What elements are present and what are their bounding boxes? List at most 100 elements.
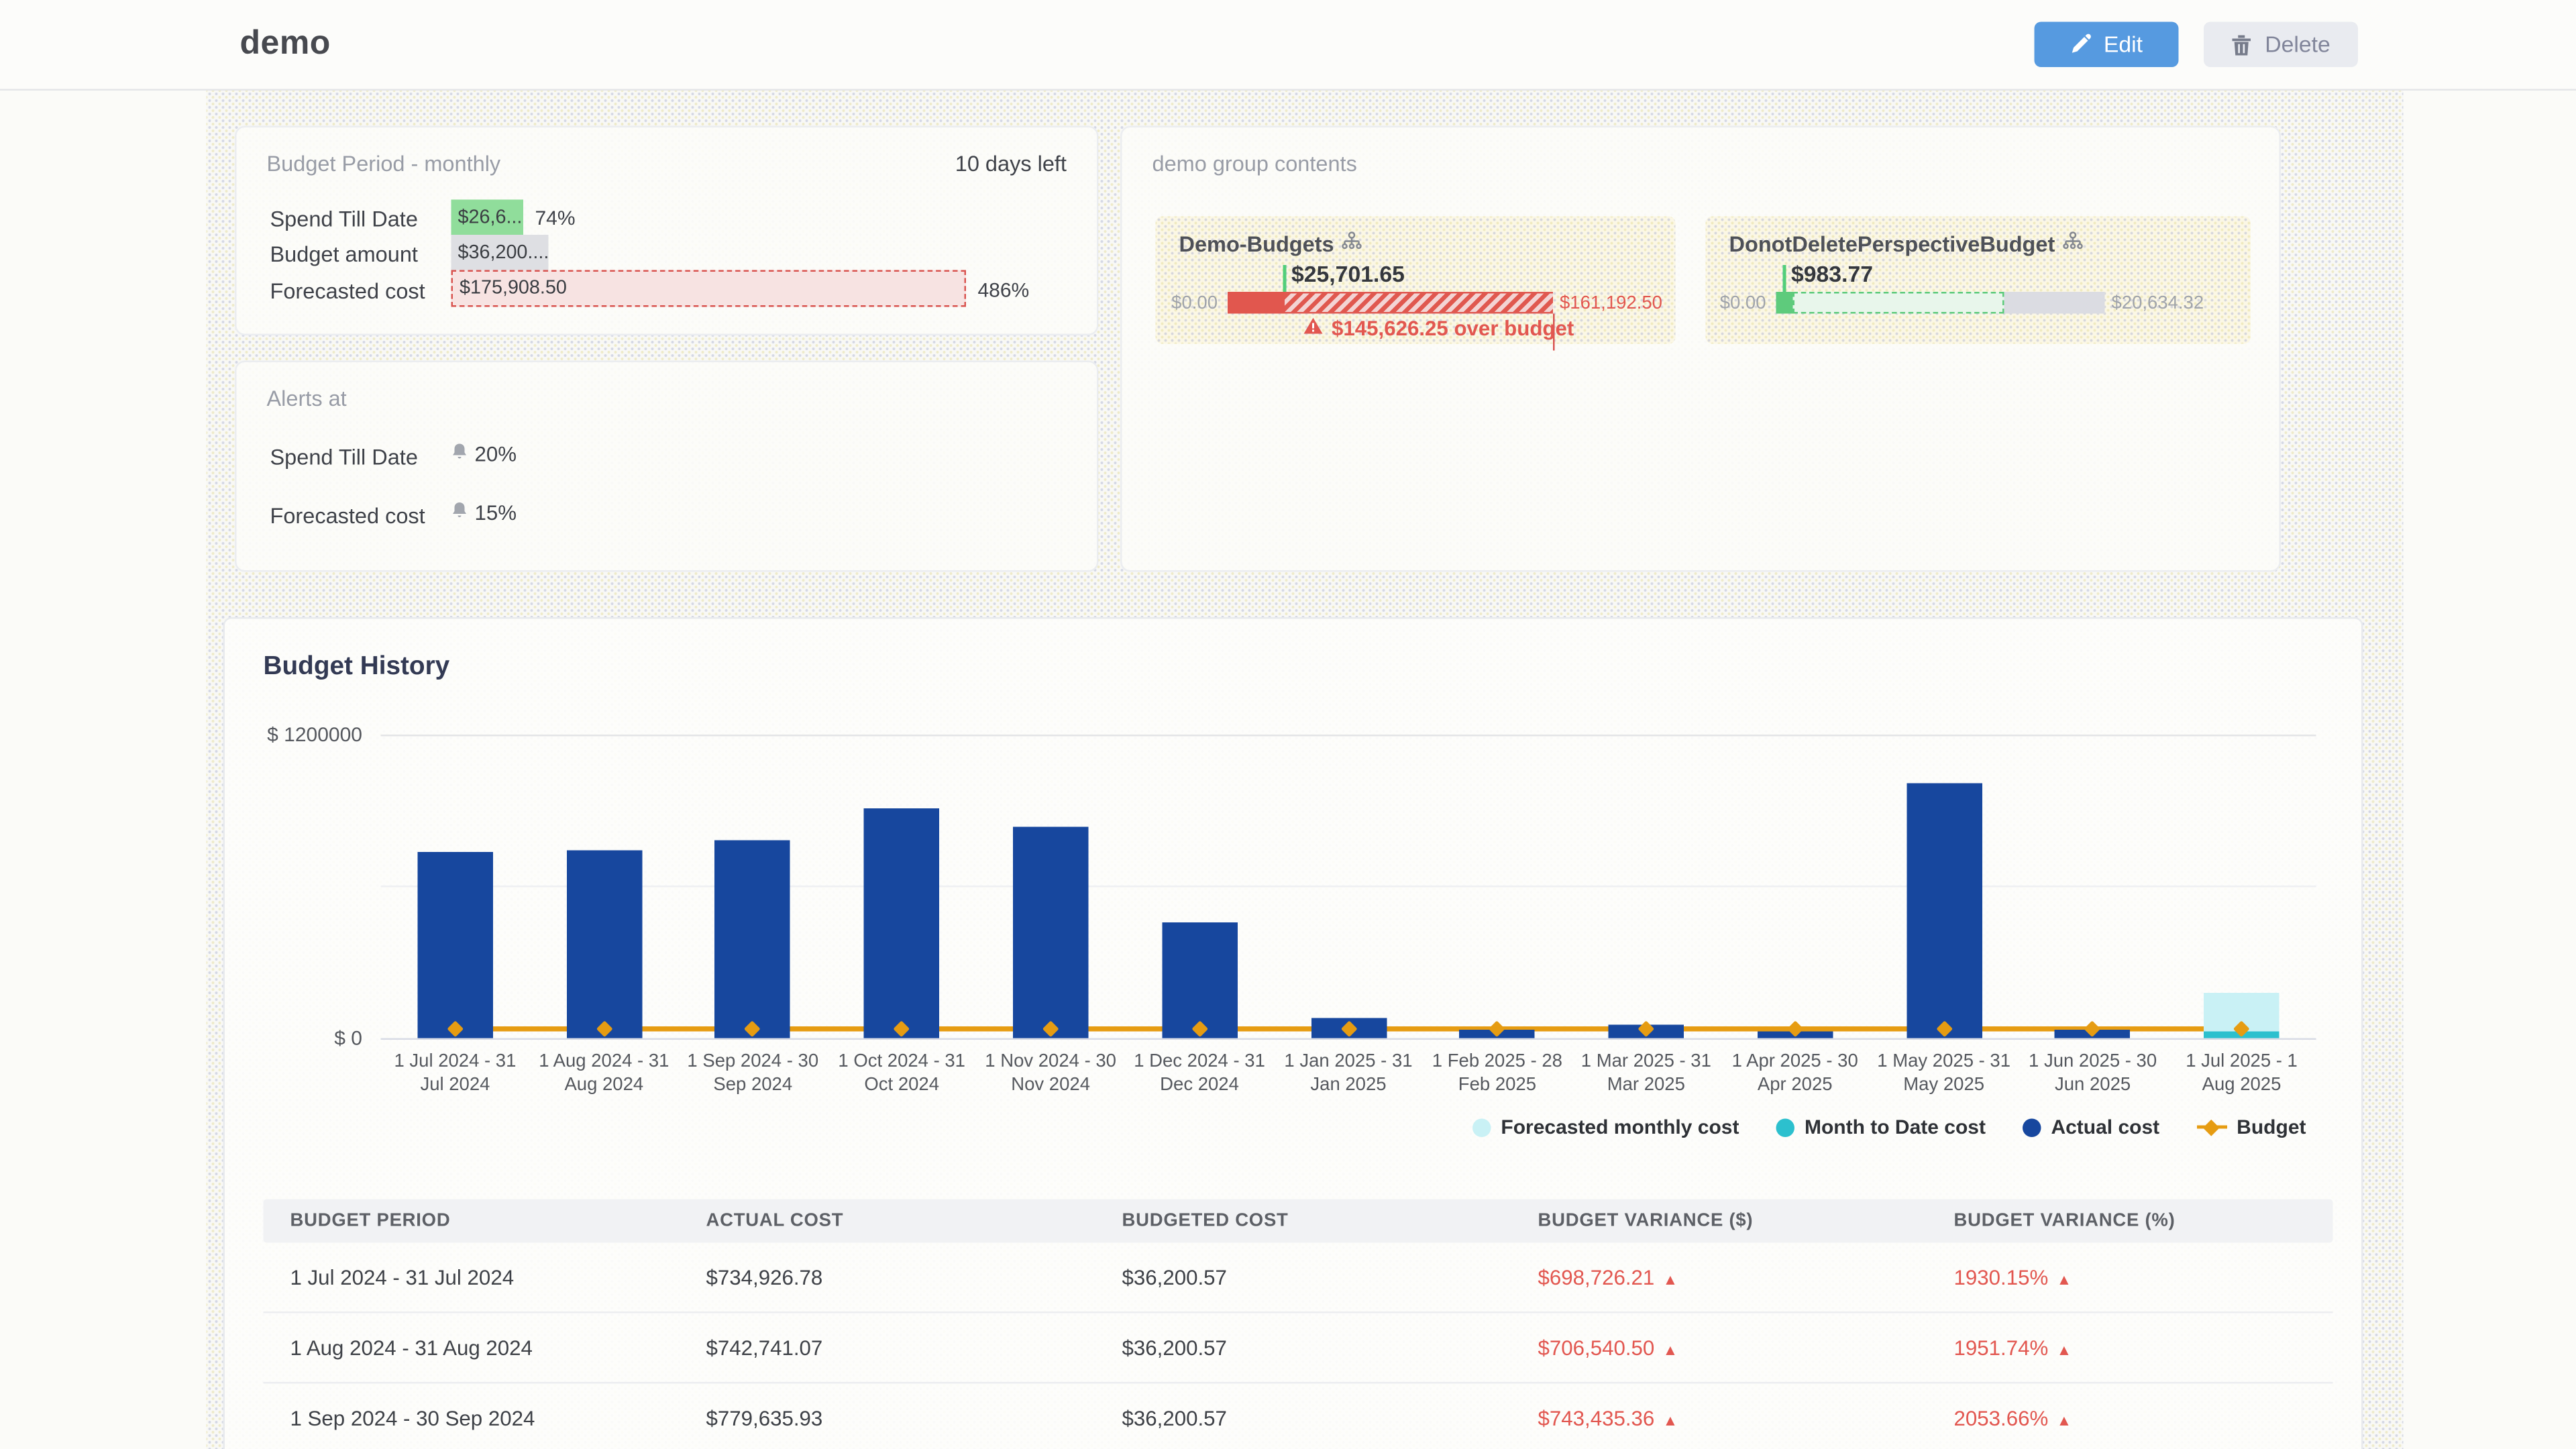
forecast-dot-icon xyxy=(1472,1118,1491,1136)
up-triangle-icon: ▲ xyxy=(2057,1341,2072,1358)
up-triangle-icon: ▲ xyxy=(2057,1411,2072,1428)
forecasted-cost-bar: $175,908.50 xyxy=(451,270,967,307)
actual-dot-icon xyxy=(2023,1118,2041,1136)
hierarchy-icon xyxy=(1342,231,1362,257)
spend-till-date-label: Spend Till Date xyxy=(270,200,418,237)
spent-segment xyxy=(1228,292,1285,314)
variance-cell: 1930.15%▲ xyxy=(1927,1265,2333,1289)
alerts-card: Alerts at Spend Till Date 20% Forecasted… xyxy=(235,361,1099,572)
x-axis-label: 1 May 2025 - 31May 2025 xyxy=(1864,1052,2025,1097)
x-axis-label: 1 Nov 2024 - 30Nov 2024 xyxy=(970,1052,1131,1097)
table-header-cell: ACTUAL COST xyxy=(680,1211,1095,1231)
budget-name-link[interactable]: Demo-Budgets xyxy=(1179,231,1363,257)
up-triangle-icon: ▲ xyxy=(1663,1341,1678,1358)
spend-till-date-bar: $26,6... xyxy=(451,200,524,235)
overbudget-alert: $145,626.25 over budget xyxy=(1303,317,1574,341)
budget-amount-bar: $36,200.... xyxy=(451,235,549,270)
x-axis-label: 1 Dec 2024 - 31Dec 2024 xyxy=(1119,1052,1280,1097)
actual-cost-bar xyxy=(566,850,642,1038)
remaining-segment xyxy=(2004,292,2105,314)
table-cell: $779,635.93 xyxy=(680,1406,1095,1430)
delete-button-label: Delete xyxy=(2265,32,2330,58)
table-header-cell: BUDGET VARIANCE (%) xyxy=(1927,1211,2333,1231)
alert-spend-value: 20% xyxy=(475,443,517,466)
actual-cost-bar xyxy=(1013,827,1089,1038)
x-axis-label: 1 Aug 2024 - 31Aug 2024 xyxy=(523,1052,684,1097)
budget-tile-demo-budgets[interactable]: Demo-Budgets $25,701.65 $0.00 $161,192.5… xyxy=(1156,217,1676,344)
x-axis-label: 1 Jul 2024 - 31Jul 2024 xyxy=(374,1052,535,1097)
forecast-segment xyxy=(1793,292,2004,314)
legend-label: Budget xyxy=(2237,1116,2306,1139)
trash-icon xyxy=(2231,33,2253,56)
bar-max-label: $161,192.50 xyxy=(1560,292,1662,314)
actual-cost-bar xyxy=(417,852,493,1038)
budget-detail-page: demo Edit Delete Budget Period - monthly… xyxy=(0,0,2576,1449)
budget-progress-bar xyxy=(1228,292,1553,314)
table-cell: 1 Jul 2024 - 31 Jul 2024 xyxy=(264,1265,680,1289)
legend-item-actual[interactable]: Actual cost xyxy=(2023,1116,2159,1139)
legend-item-mtd[interactable]: Month to Date cost xyxy=(1776,1116,1986,1139)
legend-item-budget[interactable]: Budget xyxy=(2196,1116,2306,1139)
mtd-dot-icon xyxy=(1776,1118,1794,1136)
legend-label: Month to Date cost xyxy=(1805,1116,1986,1139)
bar-min-label: $0.00 xyxy=(1171,292,1218,314)
budget-history-table: BUDGET PERIODACTUAL COSTBUDGETED COSTBUD… xyxy=(264,1199,2333,1449)
group-contents-card: demo group contents Demo-Budgets $25,701… xyxy=(1120,126,2281,572)
alerts-card-title: Alerts at xyxy=(267,386,347,411)
budget-period-card: Budget Period - monthly 10 days left Spe… xyxy=(235,126,1099,336)
diamond-line-marker-icon xyxy=(2196,1118,2226,1136)
group-card-title: demo group contents xyxy=(1152,151,1357,176)
top-bar: demo Edit Delete xyxy=(0,0,2576,91)
table-cell: $36,200.57 xyxy=(1095,1336,1511,1359)
budget-spend-value: $983.77 xyxy=(1791,262,1873,287)
up-triangle-icon: ▲ xyxy=(1663,1411,1678,1428)
budget-tile-donotdelete[interactable]: DonotDeletePerspectiveBudget $983.77 $0.… xyxy=(1706,217,2251,344)
budget-spend-value: $25,701.65 xyxy=(1291,262,1405,287)
table-row: 1 Jul 2024 - 31 Jul 2024$734,926.78$36,2… xyxy=(264,1243,2333,1313)
x-axis-label: 1 Jan 2025 - 31Jan 2025 xyxy=(1268,1052,1429,1097)
alert-forecast-value-row: 15% xyxy=(451,502,517,525)
bar-min-label: $0.00 xyxy=(1720,292,1766,314)
bar-max-label: $20,634.32 xyxy=(2112,292,2204,314)
x-axis-label: 1 Apr 2025 - 30Apr 2025 xyxy=(1715,1052,1876,1097)
actual-cost-bar xyxy=(864,809,940,1038)
legend-item-forecasted[interactable]: Forecasted monthly cost xyxy=(1472,1116,1739,1139)
budget-period-card-title: Budget Period - monthly xyxy=(267,151,501,176)
variance-cell: $698,726.21▲ xyxy=(1511,1265,1927,1289)
table-cell: $742,741.07 xyxy=(680,1336,1095,1359)
table-header-cell: BUDGETED COST xyxy=(1095,1211,1511,1231)
budget-progress-bar xyxy=(1776,292,2105,314)
spend-percent: 74% xyxy=(535,207,576,230)
edit-button[interactable]: Edit xyxy=(2035,22,2179,68)
table-cell: $36,200.57 xyxy=(1095,1265,1511,1289)
chart-plot: 1 Jul 2024 - 31Jul 20241 Aug 2024 - 31Au… xyxy=(225,619,2365,1173)
chart-legend: Forecasted monthly cost Month to Date co… xyxy=(1472,1116,2306,1139)
alert-spend-label: Spend Till Date xyxy=(270,445,418,470)
edit-button-label: Edit xyxy=(2104,32,2143,58)
bell-icon xyxy=(451,502,468,525)
variance-cell: 2053.66%▲ xyxy=(1927,1406,2333,1430)
table-cell: 1 Aug 2024 - 31 Aug 2024 xyxy=(264,1336,680,1359)
budget-history-panel: Budget History $ 1200000 $ 0 1 Jul 2024 … xyxy=(223,617,2363,1449)
budget-name-link[interactable]: DonotDeletePerspectiveBudget xyxy=(1729,231,2084,257)
overbudget-text: $145,626.25 over budget xyxy=(1332,317,1574,341)
up-triangle-icon: ▲ xyxy=(2057,1271,2072,1287)
days-left-label: 10 days left xyxy=(955,151,1067,176)
alert-spend-value-row: 20% xyxy=(451,443,517,466)
actual-cost-bar xyxy=(1906,783,1982,1038)
x-axis-label: 1 Sep 2024 - 30Sep 2024 xyxy=(672,1052,833,1097)
x-axis-label: 1 Feb 2025 - 28Feb 2025 xyxy=(1417,1052,1578,1097)
page-title: demo xyxy=(240,25,331,64)
delete-button[interactable]: Delete xyxy=(2204,22,2358,68)
up-triangle-icon: ▲ xyxy=(1663,1271,1678,1287)
variance-cell: 1951.74%▲ xyxy=(1927,1336,2333,1359)
alert-forecast-value: 15% xyxy=(475,502,517,525)
budget-name: DonotDeletePerspectiveBudget xyxy=(1729,231,2055,257)
x-axis-label: 1 Jul 2025 - 1Aug 2025 xyxy=(2161,1052,2322,1097)
pencil-icon xyxy=(2070,34,2092,56)
table-header-cell: BUDGET VARIANCE ($) xyxy=(1511,1211,1927,1231)
actual-cost-bar xyxy=(715,841,791,1038)
table-cell: $36,200.57 xyxy=(1095,1406,1511,1430)
overbudget-hatched-segment xyxy=(1285,292,1553,314)
warning-triangle-icon xyxy=(1303,317,1324,341)
